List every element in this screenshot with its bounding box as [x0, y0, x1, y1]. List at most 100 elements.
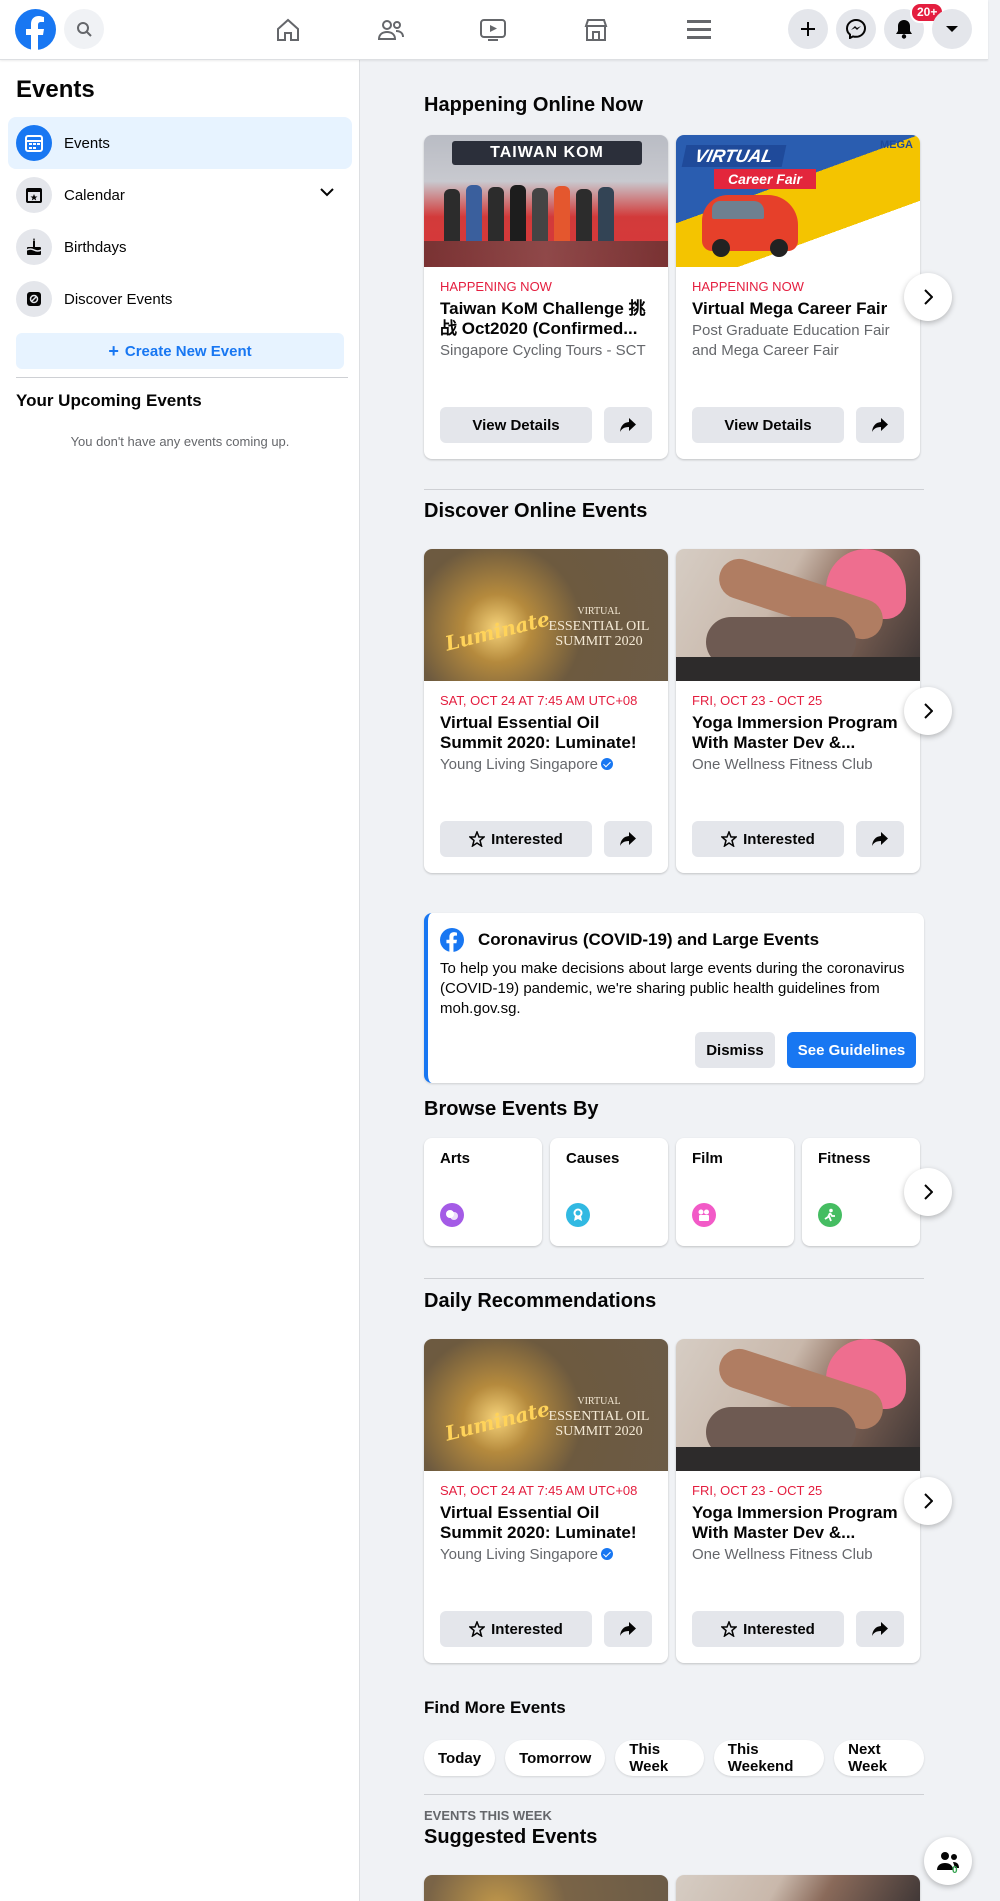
section-divider — [424, 1278, 924, 1279]
category-card-causes[interactable]: Causes — [550, 1138, 668, 1246]
event-title[interactable]: Taiwan KoM Challenge 挑战 Oct2020 (Confirm… — [440, 299, 652, 339]
image-text-line: VIRTUAL — [577, 1396, 621, 1407]
chevron-down-icon[interactable] — [320, 187, 334, 197]
mega-logo-text: MEGA — [880, 139, 913, 151]
create-new-event-button[interactable]: + Create New Event — [16, 333, 344, 369]
category-label: Causes — [566, 1150, 620, 1167]
menu-icon[interactable] — [679, 10, 719, 50]
chip-this-week[interactable]: This Week — [615, 1740, 704, 1776]
event-card[interactable] — [424, 1875, 668, 1901]
friends-icon[interactable] — [371, 10, 411, 50]
event-image — [676, 1875, 920, 1901]
chevron-right-icon[interactable] — [904, 273, 952, 321]
causes-ribbon-icon — [566, 1203, 590, 1227]
share-icon[interactable] — [604, 407, 652, 443]
interested-button[interactable]: Interested — [692, 1611, 844, 1647]
category-label: Arts — [440, 1150, 471, 1167]
fitness-runner-icon — [818, 1203, 842, 1227]
interested-label: Interested — [743, 1620, 815, 1638]
plus-icon: + — [108, 340, 119, 361]
sidebar-item-events[interactable]: Events — [8, 117, 352, 169]
event-card[interactable]: Luminate VIRTUAL ESSENTIAL OIL SUMMIT 20… — [424, 549, 668, 873]
search-icon[interactable] — [64, 9, 104, 49]
event-card[interactable]: VIRTUAL Career Fair MEGA HAPPENING NOW V… — [676, 135, 920, 459]
star-icon — [469, 1621, 486, 1637]
share-icon[interactable] — [856, 1611, 904, 1647]
event-host[interactable]: One Wellness Fitness Club — [692, 755, 904, 775]
event-card[interactable] — [676, 1875, 920, 1901]
interested-label: Interested — [491, 830, 563, 848]
image-text-line: SUMMIT 2020 — [555, 634, 643, 649]
share-icon[interactable] — [856, 821, 904, 857]
account-dropdown-icon[interactable] — [932, 9, 972, 49]
sidebar-divider — [16, 377, 348, 378]
watch-icon[interactable] — [473, 10, 513, 50]
event-card[interactable]: FRI, OCT 23 - OCT 25 Yoga Immersion Prog… — [676, 549, 920, 873]
event-host[interactable]: Singapore Cycling Tours - SCT — [440, 341, 652, 361]
event-title[interactable]: Yoga Immersion Program With Master Dev &… — [692, 1503, 904, 1543]
find-more-events-heading: Find More Events — [424, 1698, 566, 1717]
category-label: Fitness — [818, 1150, 871, 1167]
event-host[interactable]: Young Living Singapore — [440, 1545, 652, 1565]
share-icon[interactable] — [604, 1611, 652, 1647]
event-date: SAT, OCT 24 AT 7:45 AM UTC+08 — [440, 1483, 638, 1498]
facebook-logo-icon[interactable] — [15, 9, 56, 50]
view-details-button[interactable]: View Details — [440, 407, 592, 443]
event-title[interactable]: Virtual Mega Career Fair — [692, 299, 904, 319]
chevron-right-icon[interactable] — [904, 1168, 952, 1216]
discover-online-events-heading: Discover Online Events — [424, 500, 648, 522]
top-navigation-bar: 20+ — [0, 0, 988, 60]
sidebar-item-birthdays[interactable]: Birthdays — [8, 221, 352, 273]
category-card-film[interactable]: Film — [676, 1138, 794, 1246]
event-host[interactable]: Young Living Singapore — [440, 755, 652, 775]
share-icon[interactable] — [604, 821, 652, 857]
create-plus-icon[interactable] — [788, 9, 828, 49]
sidebar-item-discover-events[interactable]: Discover Events — [8, 273, 352, 325]
see-guidelines-button[interactable]: See Guidelines — [787, 1032, 916, 1068]
chat-count: 0 — [952, 1865, 958, 1876]
luminate-script-text: Luminate — [442, 1396, 553, 1446]
dismiss-button[interactable]: Dismiss — [695, 1032, 775, 1068]
calendar-icon — [16, 177, 52, 213]
messenger-icon[interactable] — [836, 9, 876, 49]
chip-today[interactable]: Today — [424, 1740, 496, 1776]
facebook-logo-icon — [440, 928, 464, 952]
events-this-week-kicker: EVENTS THIS WEEK — [424, 1808, 552, 1823]
event-card[interactable]: TAIWAN KOM HAPPENING NOW Taiwan KoM Chal… — [424, 135, 668, 459]
event-title[interactable]: Virtual Essential Oil Summit 2020: Lumin… — [440, 1503, 652, 1543]
event-card[interactable]: FRI, OCT 23 - OCT 25 Yoga Immersion Prog… — [676, 1339, 920, 1663]
category-card-fitness[interactable]: Fitness — [802, 1138, 920, 1246]
interested-button[interactable]: Interested — [440, 1611, 592, 1647]
chip-this-weekend[interactable]: This Weekend — [713, 1740, 825, 1776]
interested-button[interactable]: Interested — [440, 821, 592, 857]
chip-tomorrow[interactable]: Tomorrow — [505, 1740, 606, 1776]
share-icon[interactable] — [856, 407, 904, 443]
marketplace-icon[interactable] — [576, 10, 616, 50]
sidebar-item-label: Events — [64, 134, 110, 152]
category-card-arts[interactable]: Arts — [424, 1138, 542, 1246]
sidebar-item-calendar[interactable]: Calendar — [8, 169, 352, 221]
image-text-line: ESSENTIAL OIL — [548, 1409, 650, 1424]
event-date: SAT, OCT 24 AT 7:45 AM UTC+08 — [440, 693, 638, 708]
covid-notice-card: Coronavirus (COVID-19) and Large Events … — [424, 913, 924, 1083]
chevron-right-icon[interactable] — [904, 1477, 952, 1525]
event-host[interactable]: Post Graduate Education Fair and Mega Ca… — [692, 321, 904, 361]
sidebar-item-label: Birthdays — [64, 238, 127, 256]
chip-next-week[interactable]: Next Week — [834, 1740, 924, 1776]
event-host[interactable]: One Wellness Fitness Club — [692, 1545, 904, 1565]
event-host-name: Young Living Singapore — [440, 756, 598, 773]
event-title[interactable]: Virtual Essential Oil Summit 2020: Lumin… — [440, 713, 652, 753]
view-details-button[interactable]: View Details — [692, 407, 844, 443]
event-title[interactable]: Yoga Immersion Program With Master Dev &… — [692, 713, 904, 753]
image-text-line: SUMMIT 2020 — [555, 1424, 643, 1439]
new-message-contacts-button[interactable]: 0 — [924, 1837, 972, 1885]
virtual-banner-text: VIRTUAL — [681, 145, 787, 167]
date-filter-chips: Today Tomorrow This Week This Weekend Ne… — [424, 1740, 924, 1776]
verified-badge-icon — [600, 758, 613, 770]
event-card[interactable]: Luminate VIRTUAL ESSENTIAL OIL SUMMIT 20… — [424, 1339, 668, 1663]
interested-button[interactable]: Interested — [692, 821, 844, 857]
home-icon[interactable] — [268, 10, 308, 50]
chevron-right-icon[interactable] — [904, 687, 952, 735]
image-text-line: VIRTUAL — [577, 606, 621, 617]
suggested-events-heading: Suggested Events — [424, 1826, 598, 1848]
